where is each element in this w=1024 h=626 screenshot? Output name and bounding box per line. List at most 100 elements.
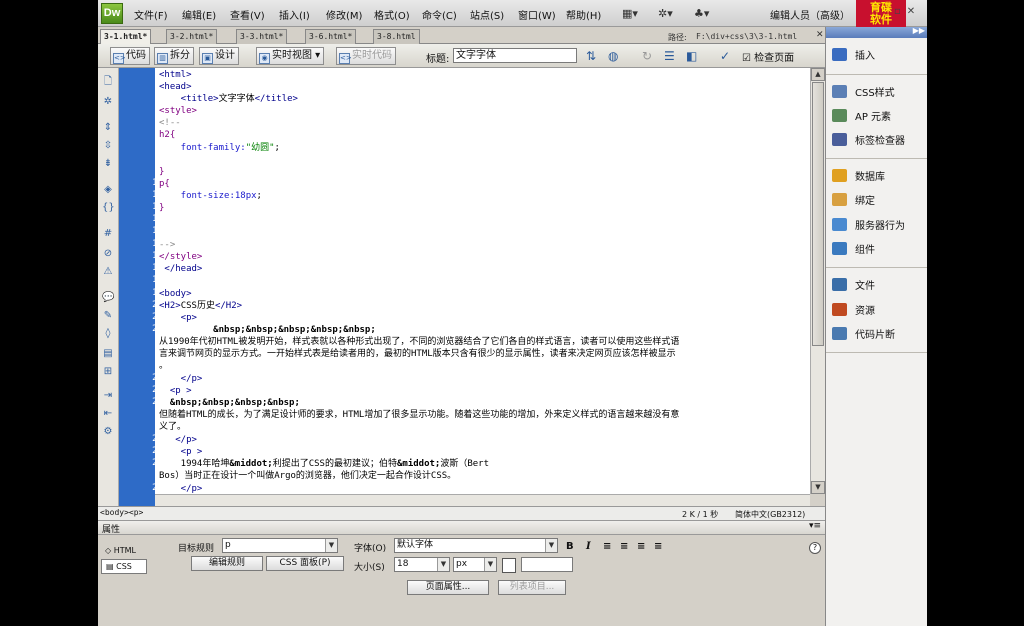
help-icon[interactable]: ? [809,542,821,554]
tab-3-1[interactable]: 3-1.html* [100,29,152,44]
collapse-full-tag-icon[interactable]: ⇕ [102,122,114,134]
line-numbers-icon[interactable]: # [102,228,114,240]
preview-browser-icon[interactable]: ◍ [608,49,618,63]
apply-comment-icon[interactable]: 💬 [102,292,114,304]
css-mode-button[interactable]: ▤ CSS [101,559,147,574]
tab-3-6[interactable]: 3-6.html* [305,29,357,44]
code-line-7: font-family:"幼圆"; [159,142,280,154]
code-token: &middot; [229,459,273,469]
collapse-selection-icon[interactable]: ⇳ [102,140,114,152]
menu-site[interactable]: 站点(S) [470,7,504,22]
html-mode-button[interactable]: ◇ HTML [101,544,147,558]
list-item-button[interactable]: 列表项目... [498,580,566,595]
menu-modify[interactable]: 修改(M) [326,7,362,22]
workspace-switcher[interactable]: 编辑人员（高级） [770,7,850,22]
outdent-code-icon[interactable]: ⇤ [102,408,114,420]
show-code-navigator-icon[interactable]: ✲ [102,96,114,108]
tab-3-8[interactable]: 3-8.html [373,29,420,44]
chevron-down-icon: ▼ [325,539,337,552]
panel-css-styles[interactable]: CSS样式 [832,85,895,101]
justify-icon[interactable]: ≡ [654,541,662,552]
panel-files[interactable]: 文件 [832,278,875,294]
check-page-button[interactable]: ☑ 检查页面 [742,49,794,64]
size-select[interactable]: 18 ▼ [394,557,450,572]
panel-menu-icon[interactable]: ▾≡ [809,521,821,531]
align-left-icon[interactable]: ≡ [603,541,611,552]
menu-window[interactable]: 窗口(W) [518,7,556,22]
wrap-tag-icon[interactable]: ◊ [102,328,114,340]
window-controls[interactable]: ▫✕ [894,6,921,17]
highlight-invalid-icon[interactable]: ⊘ [102,248,114,260]
balance-braces-icon[interactable]: {} [102,202,115,214]
assets-icon [832,303,847,316]
menu-view[interactable]: 查看(V) [230,7,265,22]
bold-button[interactable]: B [566,541,574,552]
page-title-input[interactable]: 文字字体 [453,48,577,63]
target-rule-select[interactable]: p ▼ [222,538,338,553]
expand-all-icon[interactable]: ⇟ [102,158,114,170]
page-properties-button[interactable]: 页面属性... [407,580,489,595]
validate-icon[interactable]: ✓ [720,49,730,63]
horizontal-scrollbar[interactable] [155,494,810,506]
edit-rule-button[interactable]: 编辑规则 [191,556,263,571]
panel-databases[interactable]: 数据库 [832,169,885,185]
scroll-up-icon[interactable]: ▲ [811,68,825,81]
panel-snippets[interactable]: 代码片断 [832,327,895,343]
layout-icon[interactable]: ▦▾ [622,7,638,20]
menu-insert[interactable]: 插入(I) [279,7,310,22]
design-view-button[interactable]: ▣ 设计 [199,47,239,65]
split-view-button[interactable]: ▥ 拆分 [154,47,194,65]
css-panel-button[interactable]: CSS 面板(P) [266,556,344,571]
panel-label: AP 元素 [855,112,892,123]
size-unit-select[interactable]: px ▼ [453,557,497,572]
tag-selector[interactable]: <body><p> [100,508,143,517]
panel-components[interactable]: 组件 [832,242,875,258]
close-document-icon[interactable]: ✕ [816,30,824,40]
align-right-icon[interactable]: ≡ [637,541,645,552]
vertical-scrollbar[interactable]: ▲ ▼ [810,68,825,494]
collapse-icon[interactable]: ▶▶ [913,26,925,35]
italic-button[interactable]: I [586,541,591,552]
code-view-button[interactable]: <>代码 [110,47,150,65]
panel-insert[interactable]: 插入 [832,48,875,64]
code-line-28b: Bos）当时正在设计一个叫做Argo的浏览器，他们决定一起合作设计CSS。 [159,471,457,481]
panel-server-behaviors[interactable]: 服务器行为 [832,218,905,234]
properties-panel-header[interactable]: 属性 ▾≡ [98,521,825,535]
select-parent-tag-icon[interactable]: ◈ [102,184,114,196]
live-view-button[interactable]: ◉ 实时视图 ▾ [256,47,325,65]
visual-aids-icon[interactable]: ◧ [686,49,697,63]
menu-format[interactable]: 格式(O) [374,7,410,22]
open-documents-icon[interactable]: 🗋 [102,76,114,88]
color-input[interactable] [521,557,573,572]
panel-bindings[interactable]: 绑定 [832,193,875,209]
recent-snippets-icon[interactable]: ▤ [102,348,114,360]
indent-code-icon[interactable]: ⇥ [102,390,114,402]
format-source-icon[interactable]: ⚙ [102,426,114,438]
align-center-icon[interactable]: ≡ [620,541,628,552]
menu-commands[interactable]: 命令(C) [422,7,457,22]
view-options-icon[interactable]: ☰ [664,49,675,63]
remove-comment-icon[interactable]: ✎ [102,310,114,322]
menu-file[interactable]: 文件(F) [134,7,168,22]
panel-tag-inspector[interactable]: 标签检查器 [832,133,905,149]
chevron-down-icon: ▼ [437,558,449,571]
refresh-icon[interactable]: ↻ [642,49,652,63]
panel-assets[interactable]: 资源 [832,303,875,319]
syntax-error-icon[interactable]: ⚠ [102,266,114,278]
extend-gear-icon[interactable]: ✲▾ [658,7,673,20]
move-css-icon[interactable]: ⊞ [102,366,114,378]
font-select[interactable]: 默认字体 ▼ [394,538,558,553]
code-editor[interactable]: <html> <head> <title>文字字体</title> <style… [155,68,810,506]
panel-ap-elements[interactable]: AP 元素 [832,109,891,125]
panel-dock-header[interactable]: ▶▶ [826,26,927,38]
scrollbar-thumb[interactable] [812,82,824,346]
file-management-icon[interactable]: ⇅ [586,49,596,63]
menu-edit[interactable]: 编辑(E) [182,7,216,22]
tab-3-3[interactable]: 3-3.html* [236,29,288,44]
site-icon[interactable]: ♣▾ [694,7,709,20]
live-code-button[interactable]: <>实时代码 [336,47,396,65]
color-picker[interactable] [502,558,516,573]
tab-3-2[interactable]: 3-2.html* [166,29,218,44]
scroll-down-icon[interactable]: ▼ [811,481,825,494]
menu-help[interactable]: 帮助(H) [566,7,601,22]
